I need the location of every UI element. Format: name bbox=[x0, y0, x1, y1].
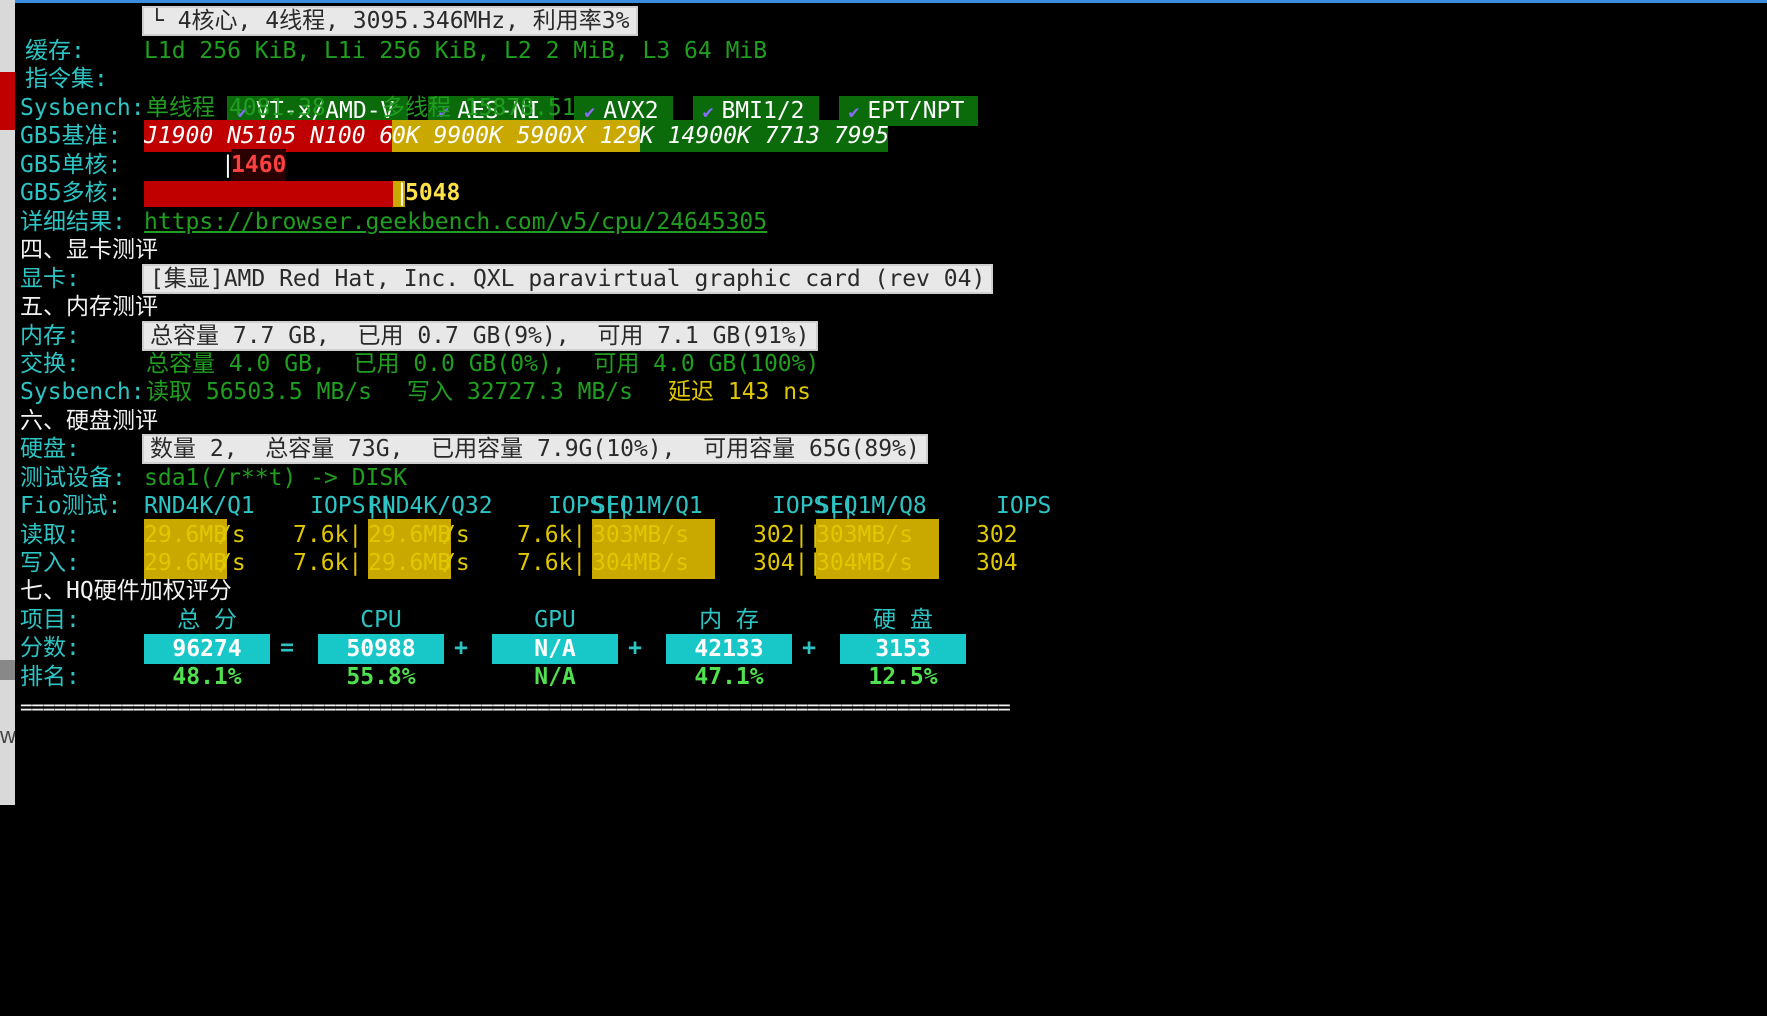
score-memory: 42133 bbox=[666, 634, 792, 664]
score-plus-1: + bbox=[454, 635, 468, 661]
score-header-memory: 内 存 bbox=[699, 607, 759, 633]
memory-write: 写入 32727.3 MB/s bbox=[407, 379, 634, 405]
gpu-section-title: 四、显卡测评 bbox=[20, 237, 158, 263]
fio-write-rnd4k-q32-iops: 7.6k|| bbox=[517, 550, 601, 576]
fio-header-seq1m-q8: SEQ1M/Q8 IOPS bbox=[816, 493, 1052, 519]
score-cpu: 50988 bbox=[318, 634, 444, 664]
score-header-total: 总 分 bbox=[177, 607, 237, 633]
background-window-grey-strip bbox=[0, 660, 15, 680]
background-window-red-strip bbox=[0, 72, 15, 130]
terminal-output[interactable]: └ 4核心, 4线程, 3095.346MHz, 利用率3% 缓存: L1d 2… bbox=[15, 3, 1767, 805]
score-plus-2: + bbox=[628, 635, 642, 661]
gb5-multi-bar bbox=[144, 181, 393, 207]
fio-write-rnd4k-q32-speed: 29.6MB bbox=[368, 547, 452, 579]
memory-sysbench-label: Sysbench: bbox=[20, 379, 145, 405]
rank-gpu: N/A bbox=[534, 664, 576, 690]
gpu-value: [集显]AMD Red Hat, Inc. QXL paravirtual gr… bbox=[141, 264, 994, 294]
disk-row: 硬盘: 数量 2, 总容量 73G, 已用容量 7.9G(10%), 可用容量 … bbox=[15, 433, 928, 465]
gb5-single-bar bbox=[144, 153, 231, 179]
gpu-section-row: 四、显卡测评 bbox=[15, 234, 158, 266]
fio-write-rnd4k-q32-unit: /s bbox=[442, 550, 470, 576]
divider-line: ========================================… bbox=[20, 695, 1011, 719]
fio-write-seq1m-q1-iops: 304|| bbox=[753, 550, 823, 576]
memory-section-row: 五、内存测评 bbox=[15, 291, 158, 323]
fio-header-row: Fio测试: RND4K/Q1 IOPS|| RND4K/Q32 IOPS|| … bbox=[15, 490, 1051, 522]
score-equals: = bbox=[280, 635, 294, 661]
score-plus-3: + bbox=[802, 635, 816, 661]
fio-write-seq1m-q8-iops: 304 bbox=[976, 550, 1018, 576]
score-value-label: 分数: bbox=[20, 635, 80, 661]
score-rank-label: 排名: bbox=[20, 664, 80, 690]
gb5-multi-label: GB5多核: bbox=[20, 180, 122, 206]
fio-write-seq1m-q8-speed: 304MB/s bbox=[816, 547, 939, 579]
score-header-gpu: GPU bbox=[534, 607, 576, 633]
divider-row: ========================================… bbox=[15, 691, 1025, 723]
memory-sysbench-row: Sysbench: 读取 56503.5 MB/s 写入 32727.3 MB/… bbox=[15, 376, 811, 408]
score-header-cpu: CPU bbox=[360, 607, 402, 633]
gb5-multi-row: GB5多核: | 5048 bbox=[15, 177, 460, 209]
gb5-scale-mid: 0K 9900K 5900X 12900 bbox=[392, 120, 640, 152]
gb5-scale-row: GB5基准: J1900 N5105 N100 670 0K 9900K 590… bbox=[15, 120, 888, 152]
gb5-scale-bar: J1900 N5105 N100 670 0K 9900K 5900X 1290… bbox=[144, 120, 888, 152]
rank-disk: 12.5% bbox=[868, 664, 938, 690]
memory-section-title: 五、内存测评 bbox=[20, 294, 158, 320]
disk-value: 数量 2, 总容量 73G, 已用容量 7.9G(10%), 可用容量 65G(… bbox=[142, 434, 928, 464]
score-header-disk: 硬 盘 bbox=[873, 607, 933, 633]
fio-label: Fio测试: bbox=[20, 493, 122, 519]
isa-label: 指令集: bbox=[25, 66, 108, 92]
disk-label: 硬盘: bbox=[20, 436, 80, 462]
rank-cpu: 55.8% bbox=[346, 664, 416, 690]
score-section-row: 七、HQ硬件加权评分 bbox=[15, 575, 232, 607]
memory-read: 读取 56503.5 MB/s bbox=[146, 379, 373, 405]
rank-memory: 47.1% bbox=[694, 664, 764, 690]
geekbench-result-link[interactable]: https://browser.geekbench.com/v5/cpu/246… bbox=[144, 209, 767, 235]
memory-value: 总容量 7.7 GB, 已用 0.7 GB(9%), 可用 7.1 GB(91%… bbox=[142, 321, 818, 351]
background-window-letter: w bbox=[0, 723, 16, 748]
memory-latency: 延迟 143 ns bbox=[668, 379, 811, 405]
gb5-scale-high: K 14900K 7713 7995WX bbox=[640, 120, 888, 152]
cpu-cores-row: └ 4核心, 4线程, 3095.346MHz, 利用率3% bbox=[15, 5, 638, 37]
score-rank-row: 排名: 48.1% 55.8% N/A 47.1% 12.5% bbox=[15, 661, 938, 693]
isa-row: 指令集: ✔ VT-x/AMD-V ✔ AES-NI ✔ AVX2 ✔ BMI1/2 ✔ EPT/… bbox=[15, 63, 979, 126]
score-gpu: N/A bbox=[492, 634, 618, 664]
cpu-cores-value: └ 4核心, 4线程, 3095.346MHz, 利用率3% bbox=[142, 6, 638, 36]
score-total: 96274 bbox=[144, 634, 270, 664]
gb5-single-value: 1460 bbox=[231, 149, 287, 181]
score-value-row: 分数: 96274 = 50988 + N/A + 42133 + 3153 bbox=[15, 632, 966, 664]
gb5-scale-low: J1900 N5105 N100 670 bbox=[144, 120, 392, 152]
gb5-scale-label: GB5基准: bbox=[20, 123, 122, 149]
gb5-multi-value: 5048 bbox=[405, 180, 461, 206]
fio-write-rnd4k-q1-iops: 7.6k|| bbox=[293, 550, 377, 576]
fio-write-seq1m-q1-speed: 304MB/s bbox=[592, 547, 715, 579]
score-section-title: 七、HQ硬件加权评分 bbox=[20, 578, 232, 604]
score-disk: 3153 bbox=[840, 634, 966, 664]
fio-header-rnd4k-q1: RND4K/Q1 IOPS|| bbox=[144, 493, 394, 519]
rank-total: 48.1% bbox=[172, 664, 242, 690]
